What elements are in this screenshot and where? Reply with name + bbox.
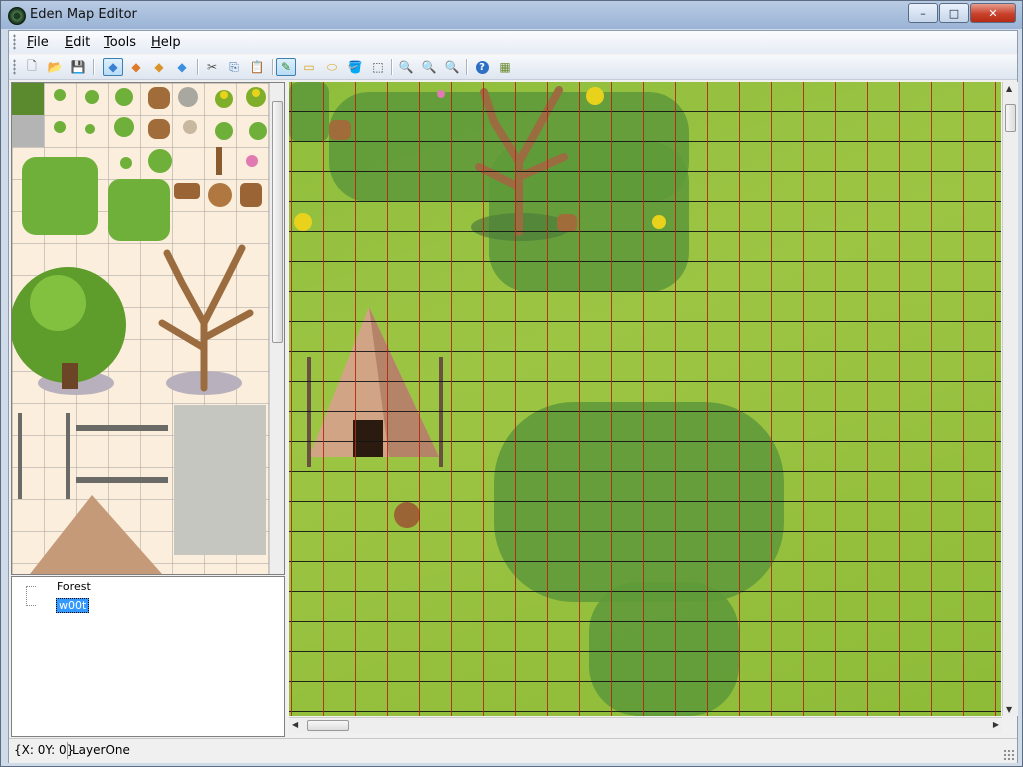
open-folder-icon[interactable]: 📂: [45, 58, 65, 76]
zoom-out-icon[interactable]: 🔍: [442, 58, 462, 76]
scroll-left-icon[interactable]: ◀: [292, 720, 298, 729]
green-tree-highlight: [30, 275, 86, 331]
rectangle-icon[interactable]: ▭: [299, 58, 319, 76]
menu-grip[interactable]: [13, 34, 16, 50]
fill-icon[interactable]: 🪣: [345, 58, 365, 76]
toolbar-grip[interactable]: [13, 59, 16, 75]
window-title: Eden Map Editor: [30, 7, 137, 22]
toolbar-separator: [391, 59, 392, 75]
tree-node-forest[interactable]: Forest: [57, 580, 91, 593]
tent-tile[interactable]: [30, 495, 162, 574]
tree-node-w00t[interactable]: w00t: [56, 598, 90, 613]
app-window: Eden Map Editor – □ ✕ File Edit Tools He…: [0, 0, 1023, 767]
dead-tree-tile[interactable]: [158, 244, 254, 392]
menu-file[interactable]: File: [27, 35, 49, 50]
status-separator: [67, 742, 68, 759]
zoom-in-icon[interactable]: 🔍: [419, 58, 439, 76]
stone-tile[interactable]: [12, 115, 44, 147]
large-bush-tile[interactable]: [22, 157, 98, 235]
menu-tools[interactable]: Tools: [104, 35, 136, 50]
new-file-icon[interactable]: 🗋: [22, 58, 42, 76]
copy-icon[interactable]: ⎘: [224, 58, 244, 76]
select-icon[interactable]: ⬚: [368, 58, 388, 76]
pencil-icon[interactable]: ✎: [276, 58, 296, 76]
client-area: File Edit Tools Help 🗋 📂 💾 ◆ ◆ ◆ ◆ ✂ ⎘ 📋…: [8, 30, 1018, 763]
wood-plank-tiles[interactable]: [174, 405, 266, 555]
map-vscroll[interactable]: ▲ ▼: [1002, 82, 1018, 716]
layer-tree: Forest w00t: [11, 576, 285, 737]
save-icon[interactable]: 💾: [68, 58, 88, 76]
status-bar: {X: 0Y: 0} LayerOne: [9, 738, 1017, 763]
current-layer: LayerOne: [72, 743, 130, 757]
ellipse-icon[interactable]: ⬭: [322, 58, 342, 76]
tileset-sprites: [12, 83, 267, 574]
tileset-grid[interactable]: [12, 83, 270, 574]
layer-one-icon[interactable]: ◆: [103, 58, 123, 76]
toolbar-separator: [466, 59, 467, 75]
tileset-vscroll-thumb[interactable]: [272, 101, 283, 343]
map-canvas[interactable]: [289, 82, 1001, 716]
layer-two-icon[interactable]: ◆: [126, 58, 146, 76]
tileset-vscroll[interactable]: [269, 83, 284, 574]
menu-help[interactable]: Help: [151, 35, 181, 50]
tileset-icon[interactable]: ▦: [495, 58, 515, 76]
app-icon: [8, 7, 26, 25]
map-grid-overlay: [289, 82, 1001, 716]
minimize-button[interactable]: –: [908, 3, 938, 23]
maximize-button[interactable]: □: [939, 3, 969, 23]
grass-tile[interactable]: [12, 83, 44, 115]
fence-tiles: [18, 413, 168, 499]
cursor-coordinates: {X: 0Y: 0}: [14, 743, 75, 757]
toolbar-separator: [197, 59, 198, 75]
map-hscroll[interactable]: ◀ ▶: [289, 717, 1002, 733]
title-bar[interactable]: Eden Map Editor – □ ✕: [1, 1, 1022, 29]
map-vscroll-thumb[interactable]: [1005, 104, 1016, 132]
tileset-palette[interactable]: [11, 82, 285, 575]
toolbar-separator: [272, 59, 273, 75]
pink-flower-tile[interactable]: [246, 155, 258, 167]
tree-connector: [26, 586, 27, 606]
menu-bar: File Edit Tools Help: [9, 31, 1017, 53]
tree-connector: [26, 605, 36, 606]
stump-tiles: [148, 87, 170, 139]
rock-tiles: [178, 87, 198, 134]
post-tile[interactable]: [216, 147, 222, 175]
zoom-icon[interactable]: 🔍: [396, 58, 416, 76]
scroll-up-icon[interactable]: ▲: [1006, 84, 1012, 93]
toolbar-separator: [93, 59, 94, 75]
resize-grip[interactable]: [1003, 749, 1015, 761]
window-controls: – □ ✕: [907, 3, 1016, 23]
layer-four-icon[interactable]: ◆: [172, 58, 192, 76]
help-glyph: ?: [475, 60, 489, 74]
tree-connector: [26, 586, 36, 587]
log-tiles: [174, 183, 262, 207]
scroll-right-icon[interactable]: ▶: [993, 720, 999, 729]
close-button[interactable]: ✕: [970, 3, 1016, 23]
cut-icon[interactable]: ✂: [202, 58, 222, 76]
tree-trunk: [62, 363, 78, 389]
menu-edit[interactable]: Edit: [65, 35, 90, 50]
layer-three-icon[interactable]: ◆: [149, 58, 169, 76]
map-hscroll-thumb[interactable]: [307, 720, 349, 731]
paste-icon[interactable]: 📋: [247, 58, 267, 76]
bush-tile[interactable]: [108, 179, 170, 241]
scroll-down-icon[interactable]: ▼: [1006, 705, 1012, 714]
help-icon[interactable]: ?: [472, 58, 492, 76]
toolbar: 🗋 📂 💾 ◆ ◆ ◆ ◆ ✂ ⎘ 📋 ✎ ▭ ⬭ 🪣 ⬚ 🔍 🔍 🔍 ? ▦: [9, 55, 1017, 80]
